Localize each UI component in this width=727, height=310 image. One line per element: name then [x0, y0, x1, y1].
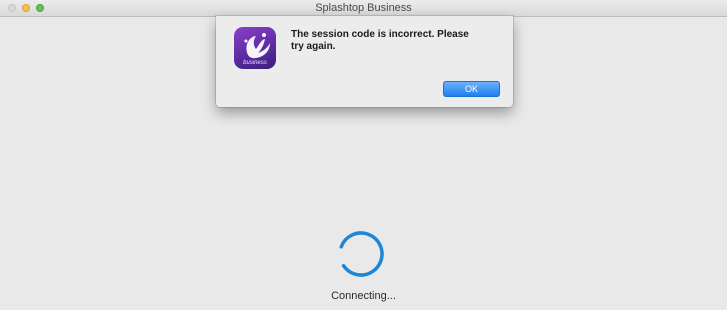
error-alert-dialog: business The session code is incorrect. …: [216, 16, 513, 107]
app-window: Splashtop Business Connecting... busines…: [0, 0, 727, 310]
ok-button[interactable]: OK: [443, 81, 500, 97]
connecting-status-text: Connecting...: [331, 290, 396, 302]
splashtop-business-icon: business: [234, 27, 276, 69]
loading-spinner-icon: [338, 231, 384, 277]
title-bar[interactable]: Splashtop Business: [0, 0, 727, 17]
app-icon-caption: business: [243, 60, 267, 66]
window-title: Splashtop Business: [315, 2, 412, 14]
alert-message: The session code is incorrect. Please tr…: [291, 29, 469, 52]
